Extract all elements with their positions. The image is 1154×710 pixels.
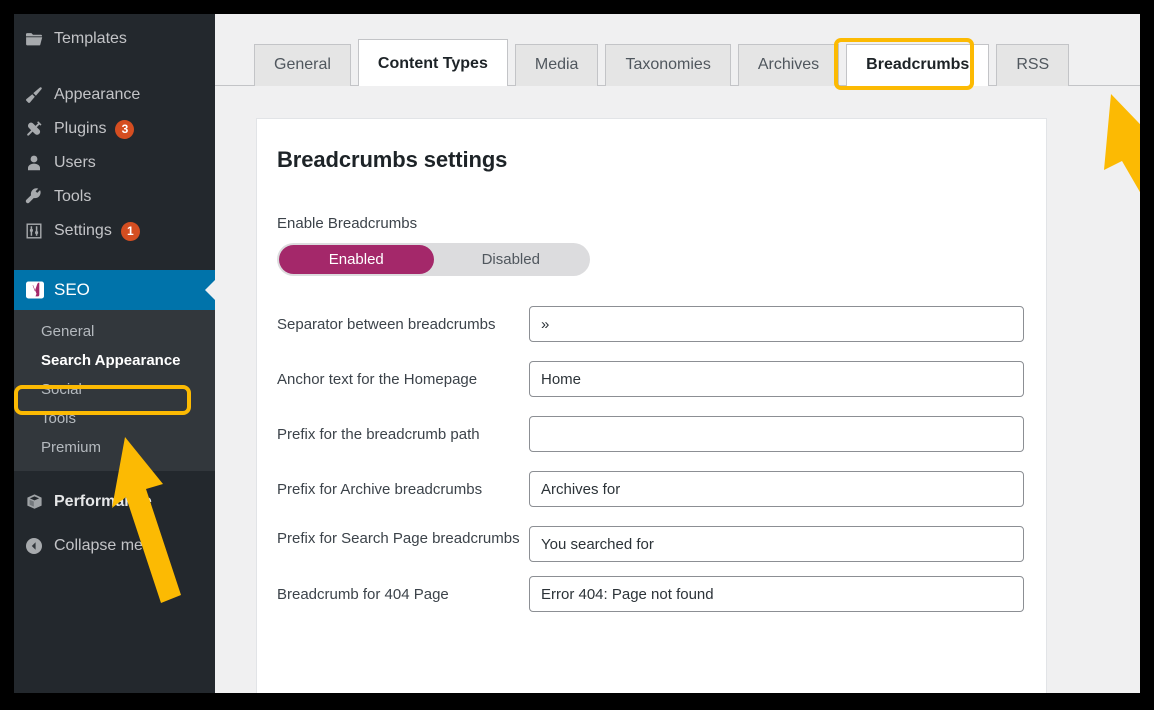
sidebar-subitem-label: Social — [41, 381, 82, 398]
field-row-path-prefix: Prefix for the breadcrumb path — [277, 416, 1024, 452]
toggle-option-enabled[interactable]: Enabled — [279, 245, 434, 274]
tab-label: Taxonomies — [625, 56, 711, 73]
sidebar-subitem-label: Search Appearance — [41, 352, 181, 369]
sidebar-item-templates[interactable]: Templates — [14, 22, 215, 56]
sidebar-item-label: Templates — [54, 30, 127, 47]
sidebar-subitem-general[interactable]: General — [14, 317, 215, 346]
sidebar-subitem-label: Premium — [41, 439, 102, 456]
sidebar-item-performance[interactable]: Performance — [14, 485, 215, 519]
field-row-archive-prefix: Prefix for Archive breadcrumbs — [277, 471, 1024, 507]
user-icon — [24, 152, 54, 174]
sidebar-subitem-label: Tools — [41, 410, 77, 427]
homepage-anchor-input[interactable] — [529, 361, 1024, 397]
tab-label: RSS — [1016, 56, 1050, 73]
paintbrush-icon — [24, 84, 54, 106]
tab-media[interactable]: Media — [514, 44, 599, 86]
tab-taxonomies[interactable]: Taxonomies — [605, 44, 731, 86]
collapse-menu-label: Collapse menu — [54, 537, 161, 554]
sidebar-item-label: Plugins — [54, 120, 107, 137]
sidebar-item-seo[interactable]: SEO — [14, 270, 215, 310]
field-row-homepage-anchor: Anchor text for the Homepage — [277, 361, 1024, 397]
tab-breadcrumbs[interactable]: Breadcrumbs — [846, 44, 990, 86]
field-label: Separator between breadcrumbs — [277, 316, 496, 333]
collapse-menu-button[interactable]: Collapse menu — [14, 529, 215, 563]
tab-rss[interactable]: RSS — [996, 44, 1070, 86]
sidebar-item-label: Users — [54, 154, 96, 171]
sidebar-item-label: Appearance — [54, 86, 141, 103]
plugins-update-badge: 3 — [115, 119, 135, 139]
sidebar-item-users[interactable]: Users — [14, 146, 215, 180]
field-label: Prefix for the breadcrumb path — [277, 426, 480, 443]
page-title: Breadcrumbs settings — [277, 147, 508, 172]
field-row-404: Breadcrumb for 404 Page — [277, 576, 1024, 612]
separator-input[interactable] — [529, 306, 1024, 342]
error-404-input[interactable] — [529, 576, 1024, 612]
box-icon — [24, 491, 54, 513]
breadcrumbs-settings-card: Breadcrumbs settings Enable Breadcrumbs … — [256, 118, 1047, 693]
collapse-left-icon — [24, 535, 54, 557]
path-prefix-input[interactable] — [529, 416, 1024, 452]
tab-content-types[interactable]: Content Types — [357, 39, 508, 86]
tab-label: Media — [534, 56, 579, 73]
sidebar-item-label: SEO — [54, 280, 90, 299]
tab-label: General — [274, 56, 331, 73]
folder-icon — [24, 28, 54, 50]
sliders-icon — [24, 220, 54, 242]
plug-icon — [24, 118, 54, 140]
search-prefix-input[interactable] — [529, 526, 1024, 562]
field-label: Prefix for Search Page breadcrumbs — [277, 530, 520, 547]
sidebar-subitem-social[interactable]: Social — [14, 375, 215, 404]
tab-list: General Content Types Media Taxonomies A… — [254, 39, 1070, 86]
field-label: Breadcrumb for 404 Page — [277, 586, 449, 603]
sidebar-item-settings[interactable]: Settings 1 — [14, 214, 215, 248]
main-content: General Content Types Media Taxonomies A… — [215, 14, 1140, 693]
toggle-option-disabled[interactable]: Disabled — [434, 245, 589, 274]
field-label: Anchor text for the Homepage — [277, 371, 478, 388]
field-label: Prefix for Archive breadcrumbs — [277, 481, 483, 498]
tab-label: Breadcrumbs — [866, 56, 970, 73]
tab-label: Content Types — [377, 55, 488, 72]
settings-tabbar: General Content Types Media Taxonomies A… — [215, 14, 1140, 86]
sidebar-item-label: Settings — [54, 222, 112, 239]
admin-sidebar: Templates Appearance Plugins 3 Users Too… — [14, 14, 215, 693]
enable-breadcrumbs-toggle[interactable]: Enabled Disabled — [277, 243, 590, 276]
breadcrumbs-form: Separator between breadcrumbs Anchor tex… — [257, 306, 1046, 612]
field-row-search-prefix: Prefix for Search Page breadcrumbs — [277, 526, 1024, 562]
screenshot-root: Templates Appearance Plugins 3 Users Too… — [0, 0, 1154, 710]
sidebar-item-plugins[interactable]: Plugins 3 — [14, 112, 215, 146]
breadcrumbs-annotation-arrow — [1104, 94, 1140, 193]
archive-prefix-input[interactable] — [529, 471, 1024, 507]
wrench-icon — [24, 186, 54, 208]
sidebar-item-label: Tools — [54, 188, 92, 205]
sidebar-item-tools[interactable]: Tools — [14, 180, 215, 214]
seo-submenu: General Search Appearance Social Tools P… — [14, 310, 215, 471]
wordpress-admin: Templates Appearance Plugins 3 Users Too… — [14, 14, 1140, 693]
sidebar-subitem-tools[interactable]: Tools — [14, 404, 215, 433]
sidebar-item-label: Performance — [54, 493, 152, 510]
sidebar-subitem-label: General — [41, 323, 95, 340]
enable-breadcrumbs-label: Enable Breadcrumbs — [277, 215, 418, 232]
yoast-icon — [24, 279, 54, 301]
tab-label: Archives — [757, 56, 820, 73]
settings-update-badge: 1 — [120, 221, 140, 241]
sidebar-item-appearance[interactable]: Appearance — [14, 78, 215, 112]
tab-archives[interactable]: Archives — [737, 44, 840, 86]
sidebar-subitem-search-appearance[interactable]: Search Appearance — [14, 346, 215, 375]
field-row-separator: Separator between breadcrumbs — [277, 306, 1024, 342]
tab-general[interactable]: General — [254, 44, 351, 86]
sidebar-subitem-premium[interactable]: Premium — [14, 433, 215, 462]
